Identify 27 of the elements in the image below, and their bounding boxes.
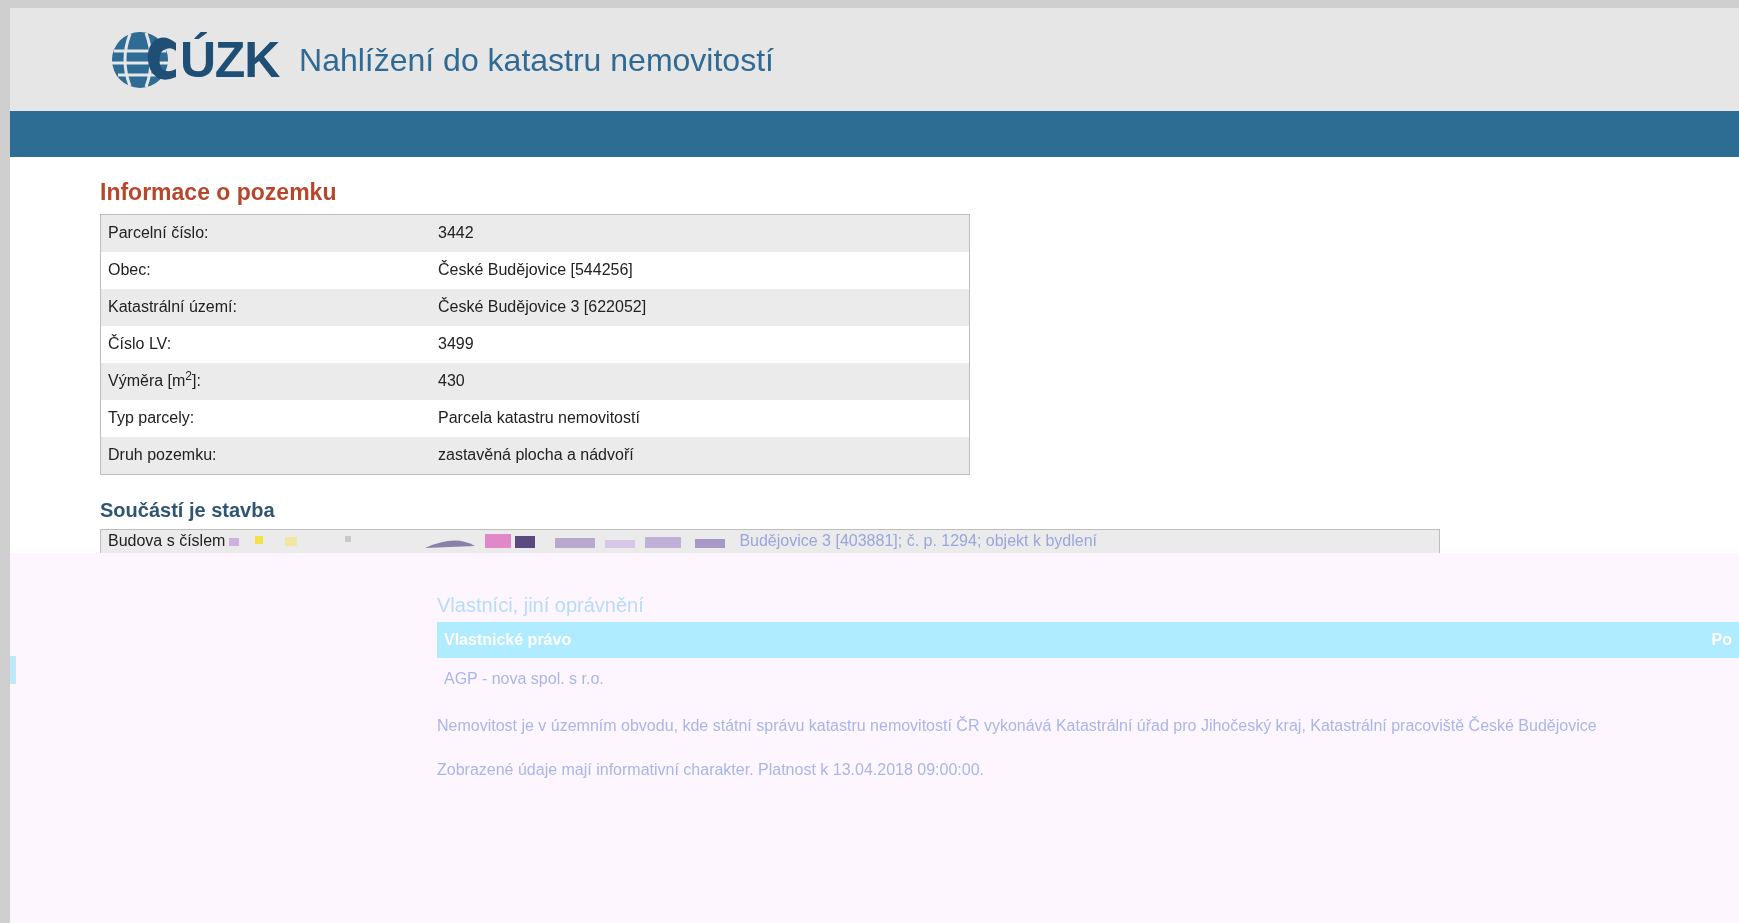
row-value: 430 xyxy=(438,371,465,391)
row-label: Druh pozemku: xyxy=(107,445,218,465)
section-heading: Informace o pozemku xyxy=(100,178,338,207)
row-value: zastavěná plocha a nádvoří xyxy=(438,445,634,465)
row-label: Typ parcely: xyxy=(107,408,196,428)
note-text: Nemovitost je v územním obvodu, kde státní správu katastru nemovitostí ČR vykonává Katastrální úřad pro Jihočeský kraj, Katastrální pracoviště České Budějovice xyxy=(437,715,1598,736)
row-value: 3442 xyxy=(438,223,474,243)
row-value: 3499 xyxy=(438,334,474,354)
section-heading: Vlastníci, jiní oprávnění xyxy=(437,592,645,618)
site-title: Nahlížení do katastru nemovitostí xyxy=(299,40,774,80)
column-header: Po xyxy=(1711,629,1732,650)
row-label: Číslo LV: xyxy=(107,333,173,354)
row-label: Výměra [m$^{2}$]: xyxy=(107,369,202,391)
row-value: České Budějovice [544256] xyxy=(438,259,633,280)
row-value: České Budějovice 3 [622052] xyxy=(438,296,647,317)
building-text: Budova s číslem xyxy=(107,530,226,551)
row-label: Obec: xyxy=(107,260,152,280)
owner-name: AGP - nova spol. s r.o. xyxy=(443,668,605,689)
building-text: Budějovice 3 [403881]; č. p. 1294; objekt k bydlení xyxy=(739,530,1097,551)
side-marker xyxy=(10,655,16,684)
row-label: Katastrální území: xyxy=(107,297,238,317)
row-label: Parcelní číslo: xyxy=(107,223,210,243)
note-text: Zobrazené údaje mají informativní charakter. Platnost k 13.04.2018 09:00:00. xyxy=(437,759,985,780)
section-heading: Součástí je stavba xyxy=(100,497,276,523)
column-header: Vlastnické právo xyxy=(444,629,572,650)
row-value: Parcela katastru nemovitostí xyxy=(438,408,640,428)
logo-text: ÚZK xyxy=(180,34,279,85)
